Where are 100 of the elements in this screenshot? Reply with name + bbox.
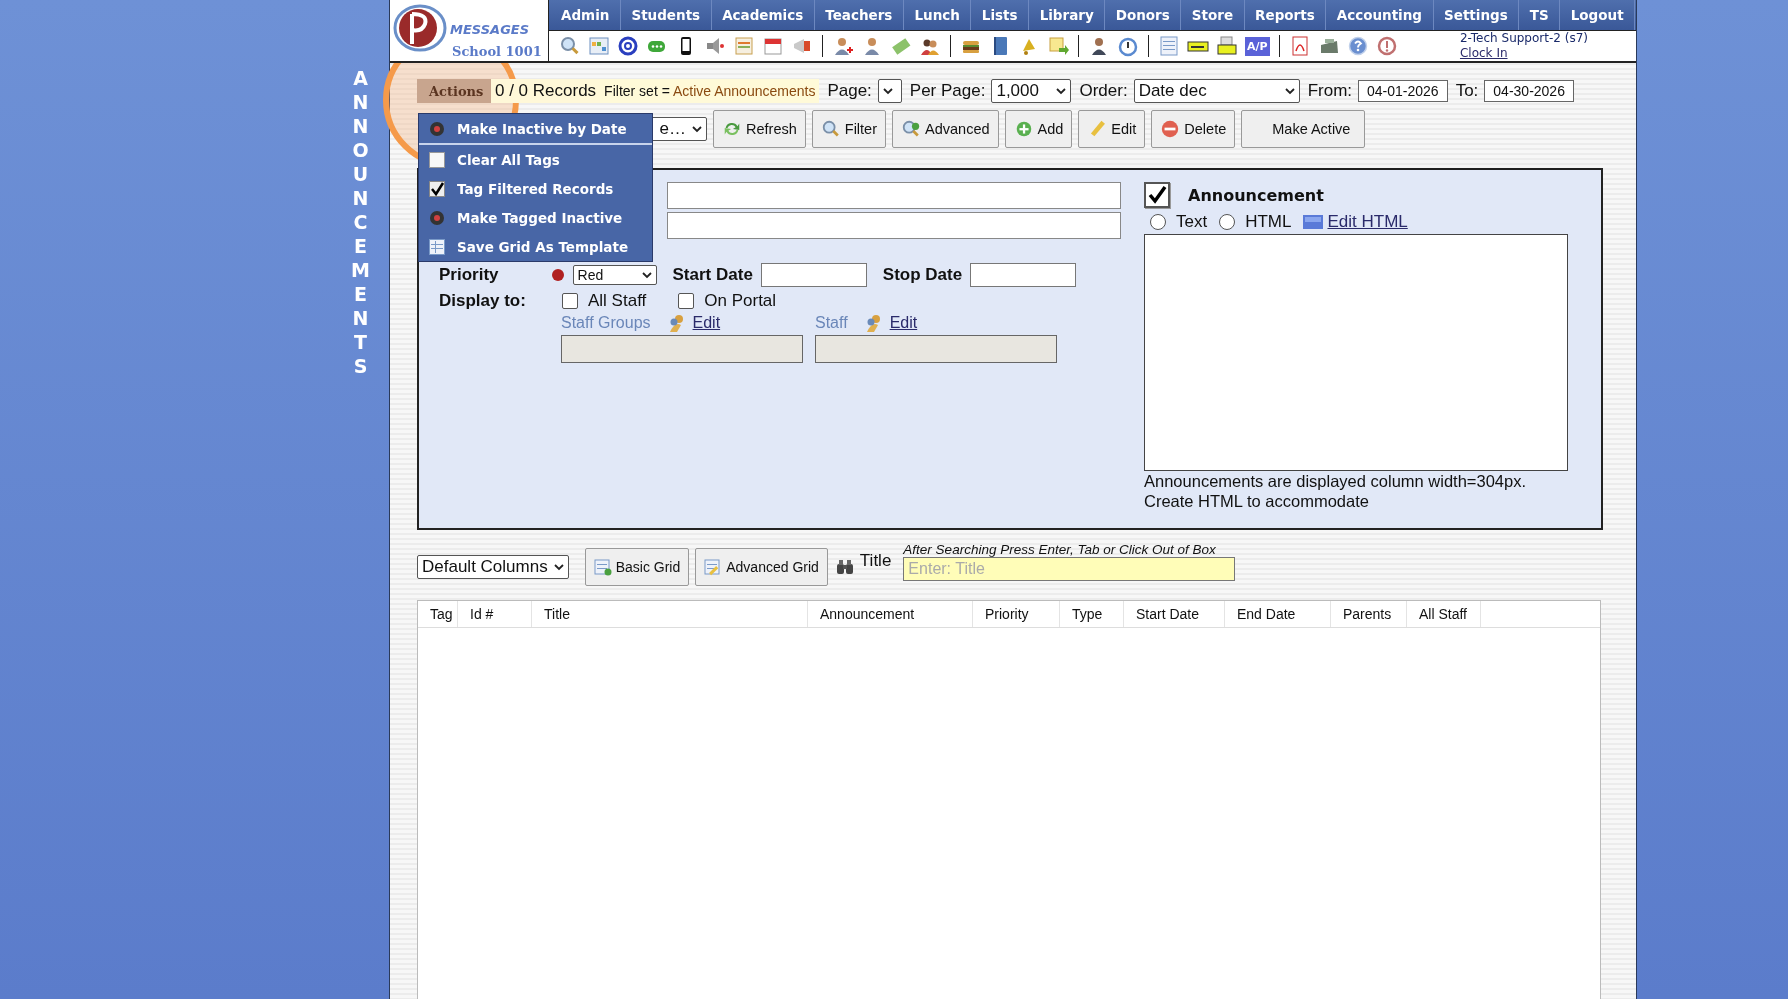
binoculars-icon <box>835 559 854 575</box>
announcement-label: Announcement <box>1188 185 1324 205</box>
chevron-icon <box>1284 87 1295 95</box>
toolbar-button[interactable]: Make Active <box>1241 110 1366 148</box>
grid-button[interactable]: Advanced Grid <box>695 548 828 586</box>
column-header[interactable]: Title <box>532 601 808 627</box>
checkbox-label: All Staff <box>588 291 647 311</box>
actions-tab[interactable]: Actions <box>417 79 491 103</box>
toolbar-button[interactable]: Filter <box>811 110 886 148</box>
chevron-icon <box>641 271 652 279</box>
priority-label: Priority <box>439 265 499 285</box>
record-icon <box>429 209 445 226</box>
magnifier-plus-icon <box>901 119 921 139</box>
clock-in-link[interactable]: Clock In <box>1459 46 1588 61</box>
note-text: Announcements are displayed column width=304px. <box>1144 471 1528 491</box>
menu-item[interactable]: Save Grid As Template <box>419 232 652 261</box>
nav-item[interactable]: Library <box>1029 0 1106 30</box>
html-icon <box>1303 215 1324 229</box>
column-header[interactable]: Priority <box>973 601 1060 627</box>
nav-item[interactable]: Admin <box>549 0 621 30</box>
speaker-icon[interactable] <box>704 35 726 57</box>
column-header[interactable]: End Date <box>1225 601 1331 627</box>
menu-item[interactable]: Tag Filtered Records <box>419 174 652 203</box>
search-icon <box>820 119 841 139</box>
start-date-field[interactable] <box>760 263 867 287</box>
note-text: Create HTML to accommodate <box>1144 491 1370 511</box>
edit-html-link[interactable]: Edit HTML <box>1327 212 1408 232</box>
nav-item[interactable]: Reports <box>1244 0 1327 30</box>
menu-item[interactable]: Make Tagged Inactive <box>419 203 652 232</box>
calendar-icon[interactable] <box>762 35 784 57</box>
order-select[interactable]: Date dec <box>1133 79 1300 103</box>
text-field[interactable] <box>667 182 1121 209</box>
help-icon[interactable] <box>1346 35 1369 57</box>
from-date-field[interactable]: 04-01-2026 <box>1358 80 1448 102</box>
stop-date-field[interactable] <box>970 263 1077 287</box>
page-select[interactable] <box>877 79 902 103</box>
columns-select[interactable]: Default Columns <box>417 555 569 579</box>
magnifier-icon[interactable] <box>559 35 581 57</box>
table-icon[interactable] <box>1158 35 1180 57</box>
page-title: ANNOUNCEMENTS <box>351 66 370 378</box>
table-icon <box>593 558 612 576</box>
staff-groups-label: Staff Groups <box>561 314 651 332</box>
column-header[interactable]: Type <box>1060 601 1124 627</box>
toolbar-button[interactable]: Add <box>1004 110 1073 148</box>
nav-item[interactable]: Logout <box>1560 0 1636 30</box>
at-sign-icon[interactable] <box>617 35 639 57</box>
nav-item[interactable]: Teachers <box>814 0 904 30</box>
edit-link[interactable]: Edit <box>889 314 918 332</box>
nav-item[interactable]: Store <box>1181 0 1245 30</box>
column-header[interactable]: Start Date <box>1124 601 1225 627</box>
user-name: 2-Tech Support-2 (s7) <box>1459 31 1588 46</box>
from-label: From: <box>1307 81 1352 101</box>
edit-link[interactable]: Edit <box>692 314 721 332</box>
column-header[interactable]: Id # <box>458 601 532 627</box>
staff-label: Staff <box>815 314 848 332</box>
menu-item[interactable]: Clear All Tags <box>419 145 652 174</box>
toolbar-button[interactable]: Advanced <box>892 110 999 148</box>
ap-icon[interactable]: A/P <box>1245 36 1270 56</box>
column-header[interactable]: Tag <box>418 601 458 627</box>
alarm-clock-icon[interactable] <box>1117 35 1139 57</box>
page-label: Page: <box>827 81 872 101</box>
flag-icon <box>550 268 565 282</box>
calendar-icon[interactable] <box>733 35 755 57</box>
note-icon[interactable] <box>1047 35 1069 57</box>
toolbar-button[interactable]: Refresh <box>713 110 806 148</box>
search-label: Title <box>859 551 892 571</box>
checkbox-icon <box>429 180 445 197</box>
radio-button[interactable] <box>1150 214 1166 230</box>
column-header[interactable]: Parents <box>1331 601 1407 627</box>
column-header[interactable]: Announcement <box>808 601 973 627</box>
column-header[interactable]: All Staff <box>1407 601 1481 627</box>
person-icon[interactable] <box>832 35 854 57</box>
grid-button[interactable]: Basic Grid <box>584 548 690 586</box>
record-icon <box>429 120 445 137</box>
start-date-label: Start Date <box>672 265 753 285</box>
filter-status: Filter set = Active Announcements <box>600 79 820 103</box>
radio-button[interactable] <box>1219 214 1236 230</box>
checkbox[interactable] <box>678 293 695 309</box>
stop-icon[interactable] <box>1375 35 1398 57</box>
toolbar-button[interactable]: Edit <box>1078 110 1146 148</box>
per-page-select[interactable]: 1,000 <box>991 79 1072 103</box>
table-icon[interactable] <box>588 35 610 57</box>
nav-item[interactable]: Lunch <box>903 0 972 30</box>
search-field[interactable]: Enter: Title <box>903 556 1236 581</box>
toolbar-button[interactable]: Delete <box>1151 110 1236 148</box>
to-date-field[interactable]: 04-30-2026 <box>1484 80 1574 102</box>
checkbox[interactable] <box>1144 182 1170 208</box>
nav-item[interactable]: Lists <box>971 0 1030 30</box>
nav-item[interactable]: Students <box>620 0 712 30</box>
nav-item[interactable]: Academics <box>711 0 815 30</box>
priority-select[interactable]: Red <box>572 265 657 285</box>
chevron-icon <box>692 125 702 133</box>
printer-icon[interactable] <box>1216 35 1238 57</box>
text-field[interactable] <box>667 212 1121 239</box>
checkbox[interactable] <box>562 293 578 309</box>
per-page-label: Per Page: <box>909 81 986 101</box>
nav-item[interactable]: Donors <box>1105 0 1182 30</box>
nav-item[interactable]: TS <box>1519 0 1561 30</box>
nav-item[interactable]: Accounting <box>1326 0 1434 30</box>
nav-item[interactable]: Settings <box>1433 0 1520 30</box>
